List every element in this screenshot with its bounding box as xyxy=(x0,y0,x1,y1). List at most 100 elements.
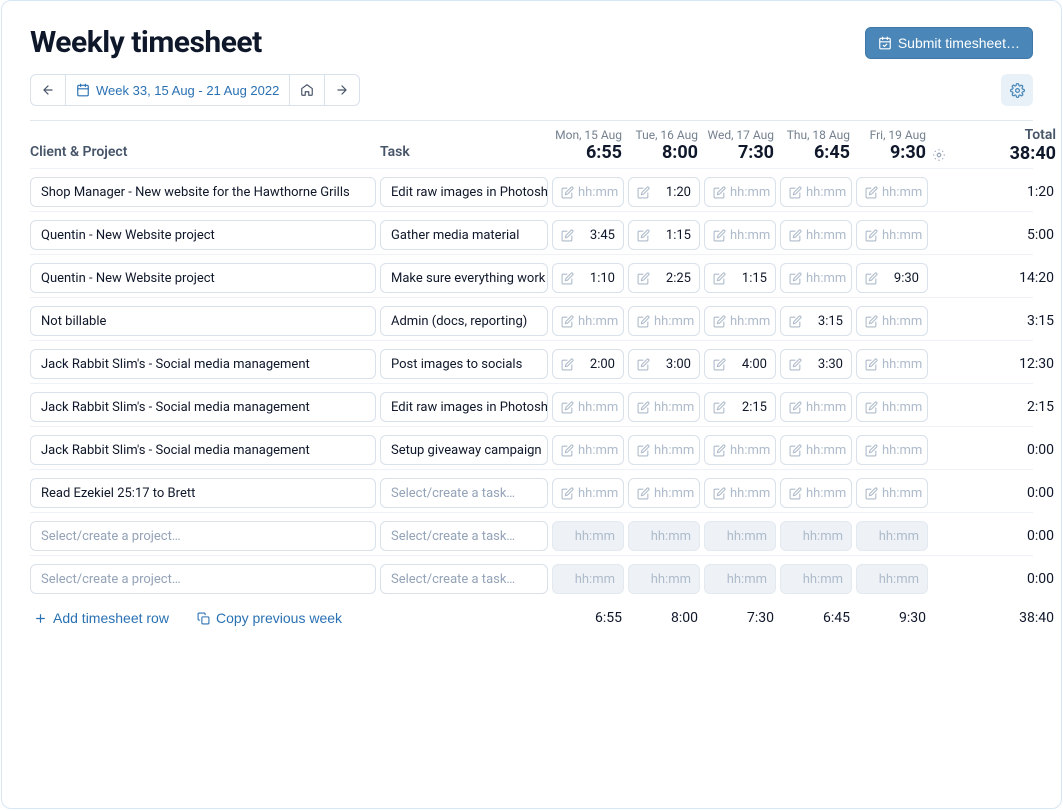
time-cell[interactable]: hh:mm xyxy=(856,478,928,508)
time-value: hh:mm xyxy=(865,572,919,587)
day-columns-settings[interactable] xyxy=(932,148,952,164)
time-cell[interactable]: hh:mm xyxy=(704,220,776,250)
row-total: 12:30 xyxy=(956,356,1056,372)
project-field[interactable]: Quentin - New Website project xyxy=(30,263,376,293)
time-value: hh:mm xyxy=(578,486,618,501)
time-value: hh:mm xyxy=(654,314,694,329)
footer-day-sum-0: 6:55 xyxy=(552,610,624,626)
time-cell[interactable]: hh:mm xyxy=(780,478,852,508)
edit-icon xyxy=(561,315,574,328)
submit-timesheet-button[interactable]: Submit timesheet… xyxy=(865,27,1033,59)
time-value: hh:mm xyxy=(806,228,846,243)
time-cell[interactable]: 3:00 xyxy=(628,349,700,379)
time-cell[interactable]: hh:mm xyxy=(704,435,776,465)
time-cell[interactable]: hh:mm xyxy=(628,392,700,422)
time-cell[interactable]: 1:20 xyxy=(628,177,700,207)
copy-icon xyxy=(197,612,210,625)
time-cell[interactable]: 1:15 xyxy=(628,220,700,250)
arrow-left-icon xyxy=(41,83,55,97)
time-cell[interactable]: 3:45 xyxy=(552,220,624,250)
project-field[interactable]: Quentin - New Website project xyxy=(30,220,376,250)
time-cell[interactable]: hh:mm xyxy=(628,435,700,465)
add-timesheet-row-button[interactable]: Add timesheet row xyxy=(30,608,173,628)
time-cell[interactable]: 2:00 xyxy=(552,349,624,379)
time-value: hh:mm xyxy=(806,486,846,501)
task-field[interactable]: Edit raw images in Photosh … xyxy=(380,392,548,422)
time-cell[interactable]: hh:mm xyxy=(856,177,928,207)
edit-icon xyxy=(865,272,878,285)
task-field[interactable]: Setup giveaway campaign xyxy=(380,435,548,465)
task-field[interactable]: Edit raw images in Photosh … xyxy=(380,177,548,207)
time-cell[interactable]: hh:mm xyxy=(704,306,776,336)
time-cell[interactable]: 2:15 xyxy=(704,392,776,422)
arrow-right-icon xyxy=(335,83,349,97)
today-button[interactable] xyxy=(290,74,325,106)
time-cell[interactable]: hh:mm xyxy=(780,435,852,465)
time-cell[interactable]: hh:mm xyxy=(856,349,928,379)
time-cell[interactable]: hh:mm xyxy=(780,392,852,422)
project-field[interactable]: Not billable xyxy=(30,306,376,336)
prev-week-button[interactable] xyxy=(30,74,66,106)
time-cell[interactable]: hh:mm xyxy=(628,306,700,336)
table-row: Read Ezekiel 25:17 to BrettSelect/create… xyxy=(30,474,1033,512)
time-value: hh:mm xyxy=(713,572,767,587)
edit-icon xyxy=(637,487,650,500)
copy-previous-week-button[interactable]: Copy previous week xyxy=(193,608,346,628)
time-value: 3:00 xyxy=(654,357,691,372)
next-week-button[interactable] xyxy=(325,74,360,106)
time-cell: hh:mm xyxy=(780,564,852,594)
time-cell[interactable]: 2:25 xyxy=(628,263,700,293)
time-value: hh:mm xyxy=(882,314,922,329)
time-cell[interactable]: hh:mm xyxy=(552,435,624,465)
time-cell[interactable]: hh:mm xyxy=(704,478,776,508)
time-cell[interactable]: hh:mm xyxy=(628,478,700,508)
plus-icon xyxy=(34,612,47,625)
time-cell[interactable]: hh:mm xyxy=(856,392,928,422)
copy-prev-label: Copy previous week xyxy=(216,610,342,626)
time-cell: hh:mm xyxy=(628,521,700,551)
time-cell[interactable]: 3:15 xyxy=(780,306,852,336)
time-cell[interactable]: hh:mm xyxy=(856,435,928,465)
project-field[interactable]: Jack Rabbit Slim's - Social media manage… xyxy=(30,435,376,465)
time-value: 2:00 xyxy=(578,357,615,372)
edit-icon xyxy=(865,487,878,500)
project-field[interactable]: Read Ezekiel 25:17 to Brett xyxy=(30,478,376,508)
edit-icon xyxy=(561,358,574,371)
row-total: 14:20 xyxy=(956,270,1056,286)
time-cell[interactable]: 1:10 xyxy=(552,263,624,293)
time-cell[interactable]: 1:15 xyxy=(704,263,776,293)
edit-icon xyxy=(865,186,878,199)
task-field[interactable]: Gather media material xyxy=(380,220,548,250)
project-field[interactable]: Jack Rabbit Slim's - Social media manage… xyxy=(30,349,376,379)
edit-icon xyxy=(713,315,726,328)
project-field[interactable]: Shop Manager - New website for the Hawth… xyxy=(30,177,376,207)
time-cell[interactable]: hh:mm xyxy=(780,177,852,207)
time-cell[interactable]: hh:mm xyxy=(704,177,776,207)
time-cell[interactable]: hh:mm xyxy=(552,392,624,422)
time-cell[interactable]: 4:00 xyxy=(704,349,776,379)
time-value: hh:mm xyxy=(561,572,615,587)
time-cell[interactable]: 9:30 xyxy=(856,263,928,293)
timesheet-settings-button[interactable] xyxy=(1001,74,1033,106)
edit-icon xyxy=(865,315,878,328)
task-field[interactable]: Make sure everything work … xyxy=(380,263,548,293)
time-cell[interactable]: hh:mm xyxy=(780,263,852,293)
time-cell[interactable]: hh:mm xyxy=(552,306,624,336)
task-field[interactable]: Select/create a task… xyxy=(380,521,548,551)
time-cell[interactable]: hh:mm xyxy=(856,306,928,336)
time-value: 9:30 xyxy=(882,271,919,286)
time-cell[interactable]: hh:mm xyxy=(856,220,928,250)
project-field[interactable]: Select/create a project… xyxy=(30,564,376,594)
task-field[interactable]: Post images to socials xyxy=(380,349,548,379)
task-field[interactable]: Admin (docs, reporting) xyxy=(380,306,548,336)
time-cell[interactable]: hh:mm xyxy=(780,220,852,250)
project-field[interactable]: Select/create a project… xyxy=(30,521,376,551)
time-cell[interactable]: hh:mm xyxy=(552,177,624,207)
time-cell[interactable]: 3:30 xyxy=(780,349,852,379)
week-picker-button[interactable]: Week 33, 15 Aug - 21 Aug 2022 xyxy=(66,74,290,106)
time-value: 2:15 xyxy=(730,400,767,415)
task-field[interactable]: Select/create a task… xyxy=(380,478,548,508)
time-cell[interactable]: hh:mm xyxy=(552,478,624,508)
task-field[interactable]: Select/create a task… xyxy=(380,564,548,594)
project-field[interactable]: Jack Rabbit Slim's - Social media manage… xyxy=(30,392,376,422)
